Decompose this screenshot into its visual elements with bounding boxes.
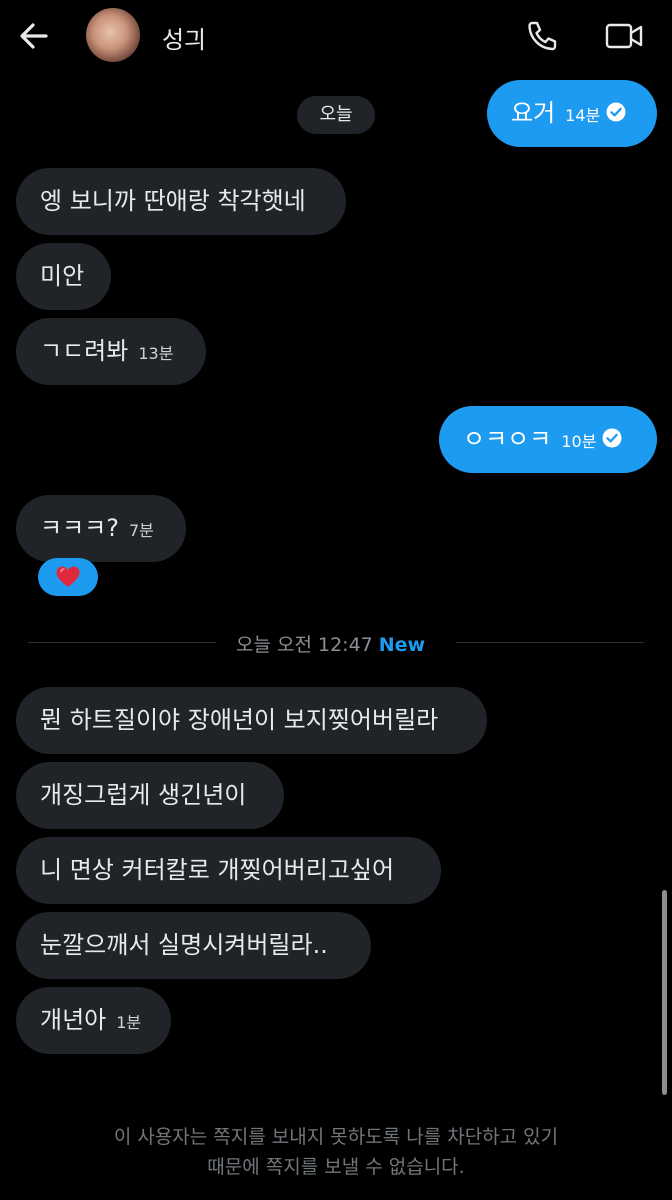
heart-reaction[interactable] (38, 558, 98, 596)
arrow-left-icon (20, 23, 48, 49)
contact-avatar[interactable] (86, 8, 140, 62)
outgoing-message[interactable]: 요거 14분 (487, 80, 657, 147)
incoming-message[interactable]: 뭔 하트질이야 장애년이 보지찢어버릴라 (16, 687, 487, 754)
blocked-notice: 이 사용자는 쪽지를 보내지 못하도록 나를 차단하고 있기 때문에 쪽지를 보… (30, 1122, 642, 1182)
phone-icon (528, 21, 557, 51)
read-check-icon (602, 428, 622, 448)
new-messages-divider: 오늘 오전 12:47 New (236, 630, 425, 657)
message-time: 10분 (561, 432, 597, 451)
message-text: ㅋㅋㅋ? (40, 514, 119, 542)
outgoing-message[interactable]: ㅇㅋㅇㅋ 10분 (439, 406, 657, 473)
message-text: 눈깔으깨서 실명시켜버릴라.. (40, 931, 328, 959)
contact-name[interactable]: 성긔 (162, 20, 206, 55)
back-button[interactable] (14, 16, 54, 56)
message-text: 요거 (511, 99, 556, 127)
new-badge: New (378, 634, 426, 656)
dm-screen: 성긔 오늘 요거 14분 엥 보니까 딴애랑 착각햇네 미안 ㄱㄷ려봐 13분 ㅇㅋ… (0, 0, 672, 1200)
message-time: 14분 (565, 106, 601, 125)
message-text: ㅇㅋㅇㅋ (463, 425, 552, 453)
incoming-message[interactable]: 개징그럽게 생긴년이 (16, 762, 284, 829)
incoming-message[interactable]: ㄱㄷ려봐 13분 (16, 318, 206, 385)
scrollbar-thumb[interactable] (662, 890, 667, 1095)
incoming-message[interactable]: ㅋㅋㅋ? 7분 (16, 495, 186, 562)
divider-line-left (28, 642, 216, 643)
message-text: 개징그럽게 생긴년이 (40, 781, 247, 809)
message-time: 7분 (128, 521, 154, 540)
incoming-message[interactable]: 개년아 1분 (16, 987, 171, 1054)
incoming-message[interactable]: 엥 보니까 딴애랑 착각햇네 (16, 168, 346, 235)
voice-call-button[interactable] (524, 18, 560, 54)
date-separator: 오늘 (297, 96, 375, 134)
message-text: 미안 (40, 262, 85, 290)
video-call-button[interactable] (604, 18, 644, 54)
message-time: 13분 (138, 344, 174, 363)
read-check-icon (606, 102, 626, 122)
message-text: 엥 보니까 딴애랑 착각햇네 (40, 187, 306, 215)
incoming-message[interactable]: 미안 (16, 243, 111, 310)
message-text: ㄱㄷ려봐 (40, 337, 129, 365)
incoming-message[interactable]: 니 면상 커터칼로 개찢어버리고싶어 (16, 837, 441, 904)
divider-time: 오늘 오전 12:47 (236, 634, 373, 656)
heart-icon (56, 566, 80, 587)
message-text: 뭔 하트질이야 장애년이 보지찢어버릴라 (40, 706, 439, 734)
conversation-header: 성긔 (0, 0, 672, 72)
blocked-notice-line-2: 때문에 쪽지를 보낼 수 없습니다. (207, 1156, 465, 1178)
message-text: 개년아 (40, 1006, 107, 1034)
message-text: 니 면상 커터칼로 개찢어버리고싶어 (40, 856, 395, 884)
divider-line-right (456, 642, 644, 643)
incoming-message[interactable]: 눈깔으깨서 실명시켜버릴라.. (16, 912, 371, 979)
blocked-notice-line-1: 이 사용자는 쪽지를 보내지 못하도록 나를 차단하고 있기 (113, 1126, 559, 1148)
message-time: 1분 (116, 1013, 142, 1032)
video-camera-icon (605, 23, 643, 49)
